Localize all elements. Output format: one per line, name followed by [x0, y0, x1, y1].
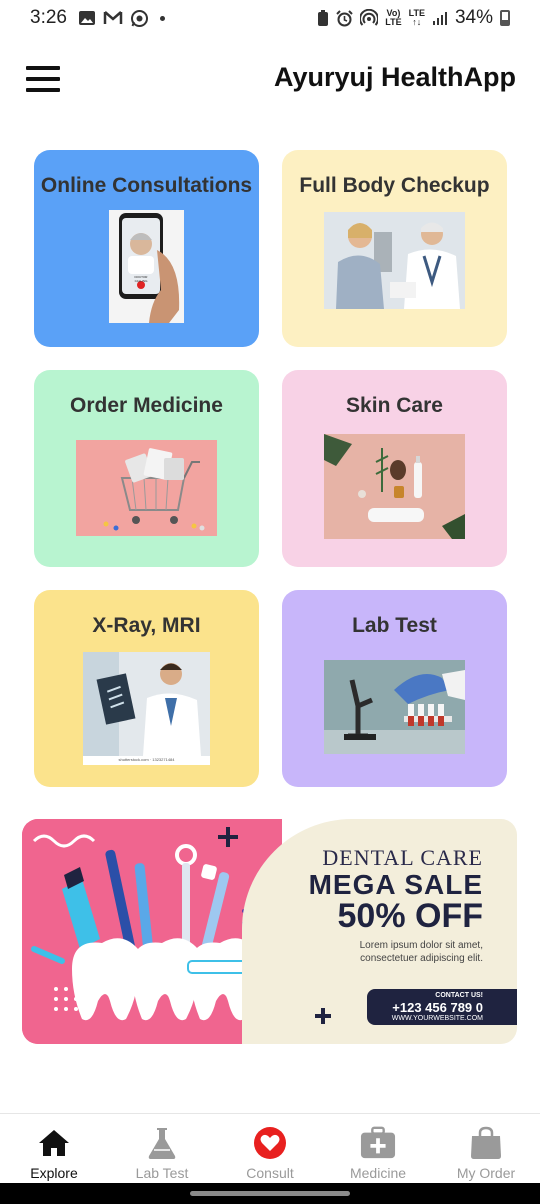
battery-percent: 34% — [454, 7, 493, 28]
nav-label: Medicine — [349, 1165, 407, 1181]
lte-indicator: LTE ↑↓ — [409, 9, 425, 27]
card-full-body-checkup[interactable]: Full Body Checkup — [282, 150, 507, 347]
nav-label: Consult — [246, 1165, 294, 1181]
status-left: 3:26 — [30, 7, 165, 29]
hotspot-icon — [360, 9, 379, 26]
heart-icon — [252, 1126, 288, 1160]
banner-body-text: Lorem ipsum dolor sit amet, consectetuer… — [359, 940, 483, 964]
flask-icon — [144, 1126, 180, 1160]
dental-sale-banner[interactable]: DENTAL CARE MEGA SALE 50% OFF Lorem ipsu… — [22, 819, 517, 1044]
banner-plus-icon — [315, 1008, 331, 1024]
card-title: Online Consultations — [40, 174, 253, 197]
nav-label: Lab Test — [135, 1165, 189, 1181]
notification-dot — [159, 15, 165, 21]
banner-contact-box: CONTACT US! +123 456 789 0 WWW.YOURWEBSI… — [367, 989, 517, 1025]
card-xray-mri[interactable]: X-Ray, MRI shutterstock.com · 1323271484 — [34, 590, 259, 787]
signal-icon — [432, 12, 447, 25]
banner-heading-discount: 50% OFF — [337, 897, 483, 935]
services-grid: Online Consultations DOCTOR CALLING Full… — [34, 150, 507, 787]
battery-icon — [500, 10, 510, 26]
gallery-icon — [78, 11, 95, 25]
banner-contact-label: CONTACT US! — [435, 992, 483, 999]
nav-label: Explore — [30, 1165, 78, 1181]
card-online-consultations[interactable]: Online Consultations DOCTOR CALLING — [34, 150, 259, 347]
banner-text-panel: DENTAL CARE MEGA SALE 50% OFF Lorem ipsu… — [242, 819, 517, 1044]
card-lab-test[interactable]: Lab Test — [282, 590, 507, 787]
volte-indicator: Vo) LTE — [385, 9, 401, 27]
card-title: X-Ray, MRI — [92, 614, 201, 637]
home-gesture-handle[interactable] — [190, 1191, 350, 1196]
volte-bottom: LTE — [385, 17, 402, 27]
bottom-navigation: Explore Lab Test Consult Medicine My Ord… — [0, 1113, 540, 1183]
nav-explore[interactable]: Explore — [0, 1114, 108, 1183]
skincare-products-image — [324, 434, 465, 539]
app-title: Ayuryuj HealthApp — [273, 62, 516, 92]
xray-image-caption: shutterstock.com · 1323271484 — [118, 757, 175, 762]
banner-website: WWW.YOURWEBSITE.COM — [391, 1015, 483, 1022]
medicine-cart-image — [76, 440, 217, 536]
card-title: Full Body Checkup — [299, 174, 490, 197]
xray-doctor-image: shutterstock.com · 1323271484 — [83, 652, 210, 765]
video-call-image: DOCTOR CALLING — [109, 210, 184, 323]
card-skin-care[interactable]: Skin Care — [282, 370, 507, 567]
nav-lab-test[interactable]: Lab Test — [108, 1114, 216, 1183]
banner-heading-dental-care: DENTAL CARE — [322, 845, 483, 870]
video-call-caption: DOCTOR CALLING — [134, 275, 148, 283]
card-order-medicine[interactable]: Order Medicine — [34, 370, 259, 567]
home-icon — [36, 1126, 72, 1160]
system-gesture-bar — [0, 1183, 540, 1204]
nav-medicine[interactable]: Medicine — [324, 1114, 432, 1183]
lab-microscope-image — [324, 660, 465, 754]
gmail-icon — [103, 11, 123, 24]
alarm-icon — [336, 9, 353, 26]
hamburger-menu-icon[interactable] — [26, 66, 60, 92]
doctor-patient-image — [324, 212, 465, 309]
bag-icon — [468, 1126, 504, 1160]
card-title: Skin Care — [346, 394, 443, 417]
card-title: Lab Test — [352, 614, 437, 637]
medkit-icon — [360, 1126, 396, 1160]
card-title: Order Medicine — [70, 394, 223, 417]
status-time: 3:26 — [30, 7, 67, 28]
lte-arrows: ↑↓ — [412, 17, 422, 27]
whatsapp-icon — [130, 9, 148, 27]
nav-label: My Order — [456, 1165, 516, 1181]
nav-consult[interactable]: Consult — [216, 1114, 324, 1183]
status-bar: 3:26 Vo) LTE LTE ↑↓ 34% — [0, 0, 540, 36]
app-bar: Ayuryuj HealthApp — [0, 52, 540, 108]
nav-my-order[interactable]: My Order — [432, 1114, 540, 1183]
status-right: Vo) LTE LTE ↑↓ 34% — [317, 7, 510, 29]
banner-phone: +123 456 789 0 — [392, 1000, 483, 1015]
battery-saver-icon — [318, 9, 329, 26]
